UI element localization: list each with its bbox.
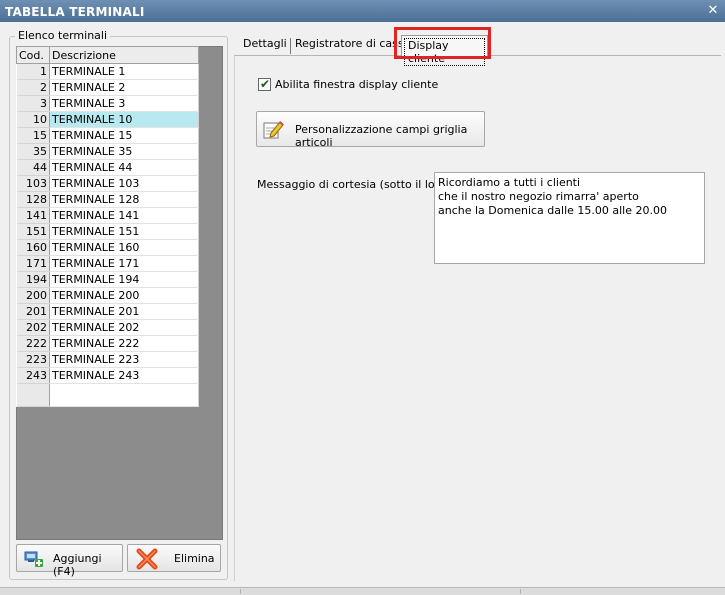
courtesy-message-label: Messaggio di cortesia (sotto il logo) :: [257, 178, 460, 191]
terminal-grid[interactable]: Cod. Descrizione 1 TERMINALE 1 2 TERMINALE …: [16, 46, 199, 407]
add-button[interactable]: Aggiungi (F4): [16, 544, 123, 578]
close-icon[interactable]: ✕: [706, 4, 720, 18]
cell-code: 243: [16, 367, 50, 384]
cell-description: TERMINALE 141: [49, 207, 199, 224]
table-row[interactable]: 243 TERMINALE 243: [16, 367, 199, 384]
check-icon: ✔: [260, 77, 271, 91]
table-row[interactable]: 103 TERMINALE 103: [16, 175, 199, 192]
cell-description: TERMINALE 171: [49, 255, 199, 272]
add-terminal-icon: [24, 551, 43, 567]
tab-dettagli[interactable]: Dettagli: [243, 37, 291, 55]
cell-code: 10: [16, 111, 50, 128]
cell-code: 222: [16, 335, 50, 352]
cell-description: TERMINALE 128: [49, 191, 199, 208]
delete-x-icon: [136, 548, 158, 570]
enable-display-checkbox[interactable]: ✔: [258, 77, 271, 91]
cell-code: 171: [16, 255, 50, 272]
cell-description: TERMINALE 103: [49, 175, 199, 192]
cell-description: TERMINALE 44: [49, 159, 199, 176]
cell-description: TERMINALE 200: [49, 287, 199, 304]
status-section-divider: [520, 589, 521, 594]
courtesy-message-textarea[interactable]: Ricordiamo a tutti i clienti che il nost…: [434, 172, 705, 264]
table-row[interactable]: 201 TERMINALE 201: [16, 303, 199, 320]
status-section-divider: [240, 589, 241, 594]
delete-button[interactable]: Elimina: [127, 544, 221, 572]
tab-dettagli-label: Dettagli: [243, 37, 287, 50]
cell-code: 3: [16, 95, 50, 112]
table-row[interactable]: 10 TERMINALE 10: [16, 111, 199, 128]
table-row[interactable]: 1 TERMINALE 1: [16, 63, 199, 80]
table-row[interactable]: 160 TERMINALE 160: [16, 239, 199, 256]
cell-code: 15: [16, 127, 50, 144]
pencil-note-icon: [263, 121, 284, 139]
cell-code: 128: [16, 191, 50, 208]
cell-description: TERMINALE 1: [49, 63, 199, 80]
window-titlebar: TABELLA TERMINALI ✕: [0, 0, 725, 22]
message-line: Ricordiamo a tutti i clienti: [438, 176, 581, 189]
table-row-empty: [16, 383, 199, 407]
cell-code: 223: [16, 351, 50, 368]
table-row[interactable]: 15 TERMINALE 15: [16, 127, 199, 144]
table-row[interactable]: 35 TERMINALE 35: [16, 143, 199, 160]
cell-description: TERMINALE 15: [49, 127, 199, 144]
cell-description: TERMINALE 202: [49, 319, 199, 336]
enable-display-label[interactable]: Abilita finestra display cliente: [275, 78, 438, 91]
tab-separator: [289, 38, 291, 54]
table-row[interactable]: 44 TERMINALE 44: [16, 159, 199, 176]
group-title: Elenco terminali: [15, 29, 111, 42]
cell-description: TERMINALE 223: [49, 351, 199, 368]
cell-code: [16, 383, 50, 407]
cell-code: 151: [16, 223, 50, 240]
table-row[interactable]: 141 TERMINALE 141: [16, 207, 199, 224]
cell-description: TERMINALE 160: [49, 239, 199, 256]
cell-description: TERMINALE 10: [49, 111, 199, 128]
message-line: che il nostro negozio rimarra' aperto: [438, 190, 639, 203]
cell-code: 202: [16, 319, 50, 336]
cell-description: [49, 383, 199, 407]
cell-description: TERMINALE 2: [49, 79, 199, 96]
cell-description: TERMINALE 243: [49, 367, 199, 384]
column-header-description[interactable]: Descrizione: [49, 46, 199, 64]
table-row[interactable]: 202 TERMINALE 202: [16, 319, 199, 336]
column-header-code[interactable]: Cod.: [16, 46, 50, 64]
cell-code: 200: [16, 287, 50, 304]
table-row[interactable]: 128 TERMINALE 128: [16, 191, 199, 208]
table-row[interactable]: 151 TERMINALE 151: [16, 223, 199, 240]
cell-code: 201: [16, 303, 50, 320]
cell-description: TERMINALE 222: [49, 335, 199, 352]
cell-description: TERMINALE 35: [49, 143, 199, 160]
customize-grid-fields-button[interactable]: Personalizzazione campi griglia articoli: [256, 111, 485, 149]
table-row[interactable]: 223 TERMINALE 223: [16, 351, 199, 368]
cell-code: 194: [16, 271, 50, 288]
cell-description: TERMINALE 151: [49, 223, 199, 240]
delete-button-label: Elimina: [174, 552, 215, 565]
highlight-annotation: [394, 27, 491, 59]
cell-code: 35: [16, 143, 50, 160]
table-row[interactable]: 200 TERMINALE 200: [16, 287, 199, 304]
cell-code: 1: [16, 63, 50, 80]
cell-code: 103: [16, 175, 50, 192]
table-row[interactable]: 3 TERMINALE 3: [16, 95, 199, 112]
cell-code: 141: [16, 207, 50, 224]
window-title: TABELLA TERMINALI: [5, 5, 145, 19]
cell-code: 2: [16, 79, 50, 96]
table-row[interactable]: 194 TERMINALE 194: [16, 271, 199, 288]
cell-description: TERMINALE 3: [49, 95, 199, 112]
table-row[interactable]: 2 TERMINALE 2: [16, 79, 199, 96]
cell-code: 44: [16, 159, 50, 176]
cell-code: 160: [16, 239, 50, 256]
add-button-label: Aggiungi (F4): [53, 552, 102, 578]
message-line: anche la Domenica dalle 15.00 alle 20.00: [438, 204, 667, 217]
table-row[interactable]: 222 TERMINALE 222: [16, 335, 199, 352]
cell-description: TERMINALE 194: [49, 271, 199, 288]
table-row[interactable]: 171 TERMINALE 171: [16, 255, 199, 272]
customize-grid-fields-label: Personalizzazione campi griglia articoli: [295, 123, 468, 149]
cell-description: TERMINALE 201: [49, 303, 199, 320]
